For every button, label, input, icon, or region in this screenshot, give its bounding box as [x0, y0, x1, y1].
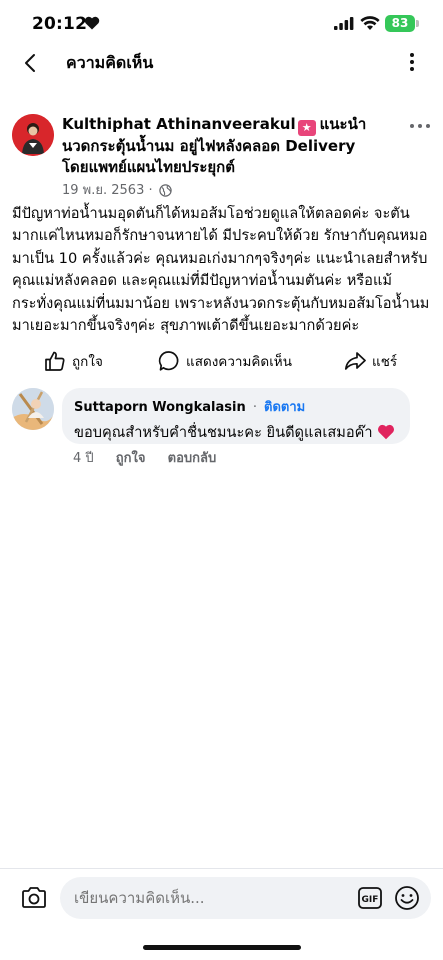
gif-icon[interactable]: GIF — [358, 887, 382, 909]
post-body-text: มีปัญหาท่อน้ำนมอุดตันก็ได้หมอส้มโอช่วยดู… — [12, 205, 430, 335]
more-vertical-icon[interactable] — [402, 50, 422, 74]
home-indicator[interactable] — [143, 945, 301, 950]
back-arrow-icon[interactable] — [18, 50, 44, 76]
cellular-signal-icon — [334, 17, 354, 30]
battery-cap — [416, 20, 419, 27]
status-time: 20:12 — [32, 14, 88, 34]
post-author-name[interactable]: Kulthiphat Athinanveerakul — [62, 115, 296, 133]
status-bar: 20:12 83 — [0, 0, 443, 48]
follow-button[interactable]: ติดตาม — [264, 400, 305, 415]
comment-bubble-icon — [158, 351, 179, 371]
follow-separator: · — [252, 400, 257, 415]
star-badge-icon: ★ — [297, 120, 316, 136]
page-title: ความคิดเห็น — [66, 53, 154, 72]
heart-status-icon — [84, 16, 100, 30]
share-label: แชร์ — [372, 354, 398, 370]
post-actions: ถูกใจ แสดงความคิดเห็น แชร์ — [0, 344, 443, 378]
wifi-icon — [360, 16, 380, 30]
share-arrow-icon — [344, 352, 366, 370]
more-horizontal-icon[interactable] — [408, 118, 432, 134]
thumbs-up-icon — [45, 351, 65, 371]
globe-icon — [159, 184, 172, 197]
composer-divider — [0, 868, 443, 869]
gif-label: GIF — [362, 895, 379, 905]
comment-bubble: Suttaporn Wongkalasin · ติดตาม ขอบคุณสำห… — [62, 388, 410, 444]
share-button[interactable]: แชร์ — [344, 344, 397, 378]
comment-meta: 4 ปี ถูกใจ ตอบกลับ — [73, 447, 234, 468]
comment-reply-button[interactable]: ตอบกลับ — [168, 451, 217, 466]
post-header: Kulthiphat Athinanveerakul ★ แนะนำ นวดกระต… — [62, 114, 380, 178]
red-heart-emoji-icon — [377, 424, 394, 440]
like-button[interactable]: ถูกใจ — [44, 344, 103, 378]
comment-button[interactable]: แสดงความคิดเห็น — [158, 344, 292, 378]
post-meta: 19 พ.ย. 2563 · — [62, 179, 172, 200]
comment-text: ขอบคุณสำหรับคำชื่นชมนะคะ ยินดีดูแลเสมอค๊… — [74, 424, 373, 441]
post-date: 19 พ.ย. 2563 — [62, 183, 145, 198]
like-label: ถูกใจ — [72, 354, 103, 370]
comment-time: 4 ปี — [73, 451, 94, 466]
commenter-name[interactable]: Suttaporn Wongkalasin — [74, 400, 246, 415]
camera-icon[interactable] — [20, 884, 48, 912]
comment-label: แสดงความคิดเห็น — [186, 354, 292, 370]
meta-separator: · — [148, 183, 153, 198]
battery-level: 83 — [385, 15, 415, 32]
app-header: ความคิดเห็น — [0, 42, 443, 82]
comment-like-button[interactable]: ถูกใจ — [116, 451, 146, 466]
emoji-smile-icon[interactable] — [394, 885, 420, 911]
commenter-avatar[interactable] — [12, 388, 54, 430]
post-author-avatar[interactable] — [12, 114, 54, 156]
